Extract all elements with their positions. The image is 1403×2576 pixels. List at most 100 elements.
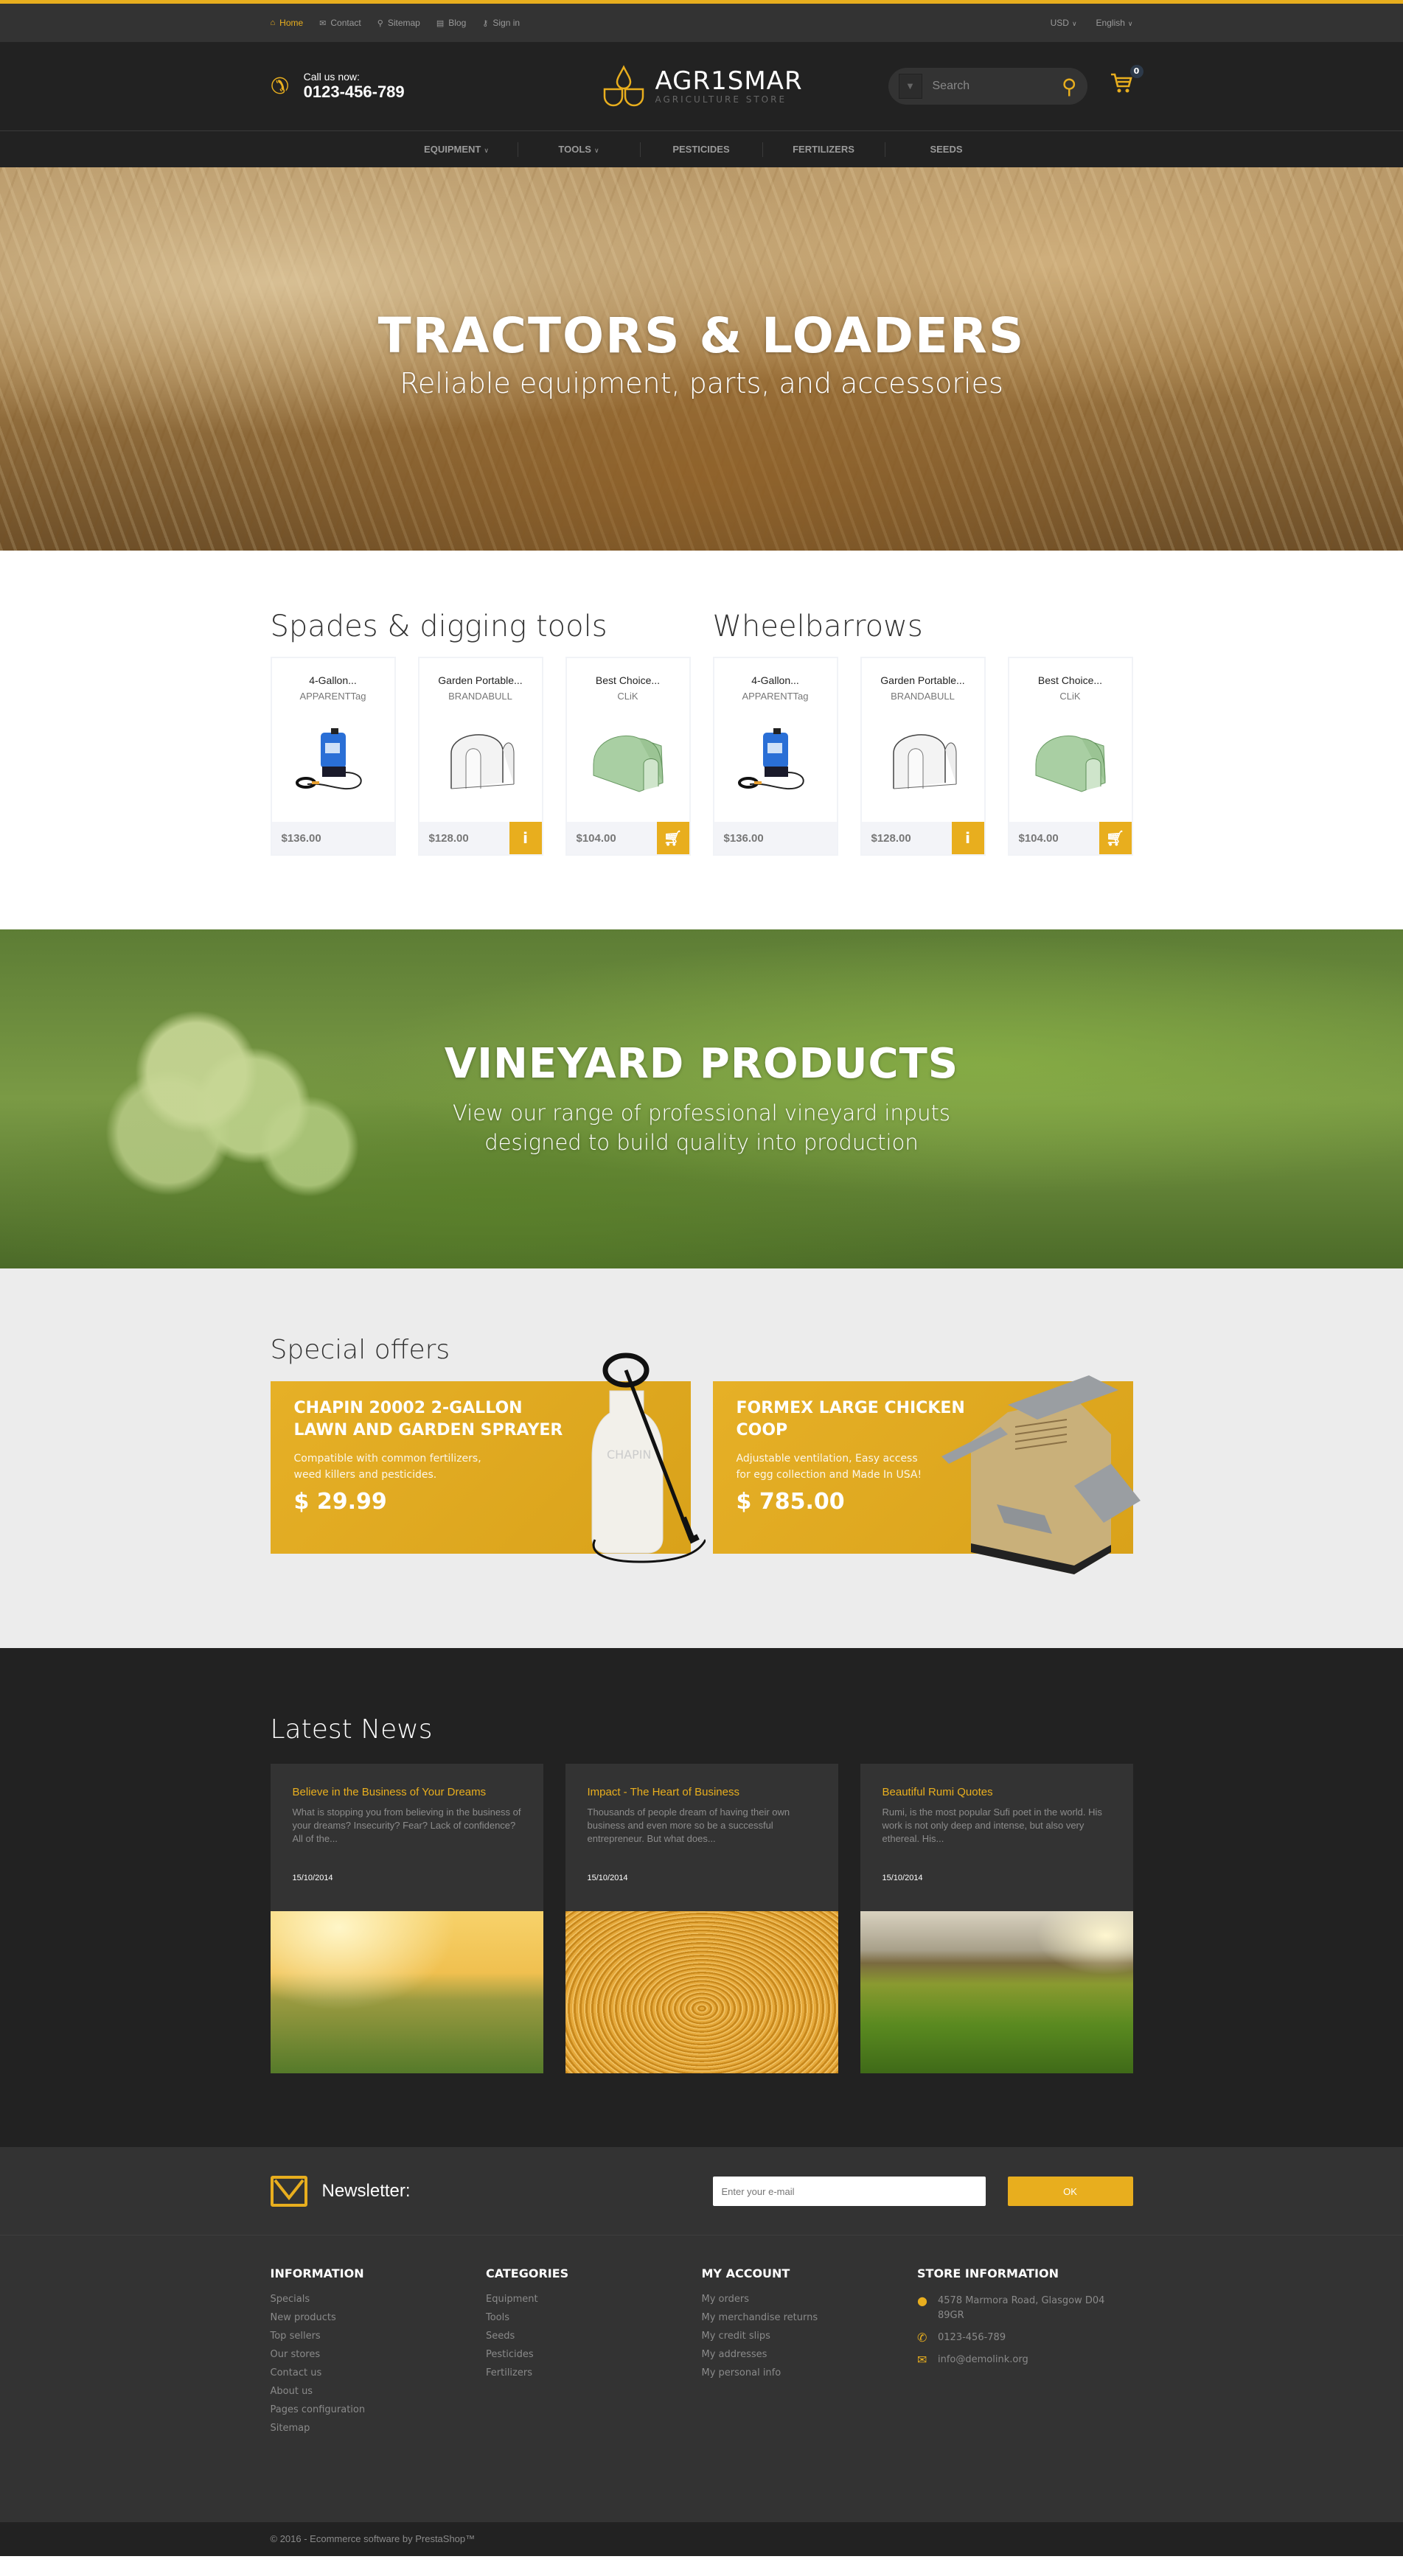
product-image-greenhouse-white[interactable] xyxy=(419,702,542,820)
language-selector[interactable]: English ∨ xyxy=(1096,18,1133,28)
chevron-down-icon: ∨ xyxy=(1071,20,1077,27)
search-box: ▼ ⚲ xyxy=(888,68,1087,105)
product-footer: $136.00 xyxy=(714,822,837,854)
info-button[interactable]: i xyxy=(509,822,542,854)
product-image-greenhouse-green[interactable] xyxy=(1009,702,1132,820)
vineyard-line-2: designed to build quality into productio… xyxy=(484,1130,919,1155)
newsletter-email-input[interactable] xyxy=(712,2177,986,2206)
hero-banner-wheat[interactable]: TRACTORS & LOADERS Reliable equipment, p… xyxy=(0,167,1403,551)
currency-selector[interactable]: USD ∨ xyxy=(1051,18,1077,28)
footer-link[interactable]: Our stores xyxy=(271,2349,487,2367)
product-price: $104.00 xyxy=(1018,831,1059,845)
footer-link[interactable]: Top sellers xyxy=(271,2331,487,2349)
nav-item-pesticides[interactable]: PESTICIDES xyxy=(641,142,763,157)
latest-news-title: Latest News xyxy=(270,1714,433,1745)
product-name[interactable]: Garden Portable... xyxy=(419,674,542,686)
product-card[interactable]: 4-Gallon... APPARENTTag $136.00 xyxy=(270,657,396,856)
footer-link[interactable]: Tools xyxy=(486,2312,702,2331)
news-title-link[interactable]: Believe in the Business of Your Dreams xyxy=(293,1786,521,1798)
news-card[interactable]: Impact - The Heart of Business Thousands… xyxy=(565,1764,838,2073)
footer-link[interactable]: Equipment xyxy=(486,2294,702,2312)
news-title-link[interactable]: Impact - The Heart of Business xyxy=(588,1786,816,1798)
footer-store-information: STORE INFORMATION ● 4578 Marmora Road, Gl… xyxy=(917,2266,1133,2441)
product-footer: $128.00 i xyxy=(861,822,984,854)
search-icon[interactable]: ⚲ xyxy=(1062,74,1077,99)
add-to-cart-button[interactable]: 🛒︎ xyxy=(656,822,689,854)
news-image-sunrise-field[interactable] xyxy=(270,1911,543,2073)
product-group-spades: Spades & digging tools 4-Gallon... APPAREN… xyxy=(270,610,691,856)
product-image-sprayer[interactable] xyxy=(714,702,837,820)
news-title-link[interactable]: Beautiful Rumi Quotes xyxy=(882,1786,1111,1798)
footer-link[interactable]: My merchandise returns xyxy=(702,2312,918,2331)
product-name[interactable]: Garden Portable... xyxy=(862,674,984,686)
footer-categories: CATEGORIES Equipment Tools Seeds Pesticides… xyxy=(486,2266,702,2441)
product-footer: $104.00 🛒︎ xyxy=(1009,822,1132,854)
store-email[interactable]: ✉ info@demolink.org xyxy=(917,2353,1116,2367)
product-group-title[interactable]: Wheelbarrows xyxy=(713,610,1133,643)
logo[interactable]: AGR1SMAR AGRICULTURE STORE xyxy=(602,64,882,108)
search-input[interactable] xyxy=(922,80,1040,93)
footer-link[interactable]: About us xyxy=(271,2386,487,2404)
product-price: $136.00 xyxy=(281,831,321,845)
nav-item-equipment[interactable]: EQUIPMENT ∨ xyxy=(396,142,518,157)
info-button[interactable]: i xyxy=(951,822,984,854)
product-card[interactable]: Best Choice... CLiK $104.00 🛒︎ xyxy=(1007,657,1133,856)
product-group-title[interactable]: Spades & digging tools xyxy=(271,610,691,643)
vineyard-banner[interactable]: VINEYARD PRODUCTS View our range of prof… xyxy=(0,929,1403,1268)
footer-link[interactable]: My personal info xyxy=(702,2367,918,2386)
top-link-sitemap[interactable]: ⚲ Sitemap xyxy=(377,18,420,28)
product-name[interactable]: 4-Gallon... xyxy=(714,674,837,686)
newsletter-submit-button[interactable]: OK xyxy=(1007,2177,1133,2206)
footer: INFORMATION Specials New products Top sell… xyxy=(0,2235,1403,2522)
product-brand: APPARENTTag xyxy=(299,691,366,702)
footer-link[interactable]: Sitemap xyxy=(271,2423,487,2441)
top-link-contact[interactable]: ✉ Contact xyxy=(319,18,361,28)
product-image-greenhouse-green[interactable] xyxy=(567,702,689,820)
news-card[interactable]: Believe in the Business of Your Dreams W… xyxy=(270,1764,543,2073)
footer-link[interactable]: Pages configuration xyxy=(271,2404,487,2423)
search-category-dropdown[interactable]: ▼ xyxy=(898,74,922,99)
footer-link[interactable]: My credit slips xyxy=(702,2331,918,2349)
nav-item-tools[interactable]: TOOLS ∨ xyxy=(518,142,641,157)
product-brand: BRANDABULL xyxy=(891,691,955,702)
nav-item-seeds[interactable]: SEEDS xyxy=(885,142,1008,157)
cart-icon: 🛒︎ xyxy=(1105,829,1125,847)
footer-link[interactable]: My orders xyxy=(702,2294,918,2312)
news-image-green-field[interactable] xyxy=(860,1911,1133,2073)
main-nav: EQUIPMENT ∨ TOOLS ∨ PESTICIDES FERTILIZERS… xyxy=(0,130,1403,167)
cart-button[interactable]: 0 xyxy=(1110,65,1143,100)
news-date: 15/10/2014 xyxy=(587,1874,628,1882)
product-card[interactable]: Best Choice... CLiK $104.00 🛒︎ xyxy=(565,657,691,856)
offer-card-chicken-coop[interactable]: FORMEX LARGE CHICKEN COOP Adjustable ven… xyxy=(712,1375,1141,1574)
product-name[interactable]: Best Choice... xyxy=(567,674,689,686)
news-card[interactable]: Beautiful Rumi Quotes Rumi, is the most … xyxy=(860,1764,1133,2073)
logo-tagline: AGRICULTURE STORE xyxy=(655,94,787,105)
nav-item-fertilizers[interactable]: FERTILIZERS xyxy=(763,142,885,157)
vineyard-title: VINEYARD PRODUCTS xyxy=(444,1040,959,1088)
footer-link[interactable]: Specials xyxy=(271,2294,487,2312)
top-link-sign-in[interactable]: ⚷ Sign in xyxy=(482,18,520,28)
product-image-sprayer[interactable] xyxy=(272,702,394,820)
product-card[interactable]: Garden Portable... BRANDABULL $128.00 i xyxy=(417,657,543,856)
product-name[interactable]: Best Choice... xyxy=(1009,674,1132,686)
footer-link[interactable]: Seeds xyxy=(486,2331,702,2349)
logo-drops-icon xyxy=(603,65,644,107)
product-card[interactable]: 4-Gallon... APPARENTTag $136.00 xyxy=(712,657,838,856)
news-image-hay-bale[interactable] xyxy=(565,1911,838,2073)
top-link-blog[interactable]: ▤ Blog xyxy=(436,18,466,28)
footer-link[interactable]: New products xyxy=(271,2312,487,2331)
product-name[interactable]: 4-Gallon... xyxy=(272,674,394,686)
footer-link[interactable]: Contact us xyxy=(271,2367,487,2386)
footer-link[interactable]: My addresses xyxy=(702,2349,918,2367)
product-image-greenhouse-white[interactable] xyxy=(862,702,984,820)
top-link-home[interactable]: ⌂ Home xyxy=(271,18,304,28)
footer-link[interactable]: Pesticides xyxy=(486,2349,702,2367)
offer-card-sprayer[interactable]: CHAPIN 20002 2-GALLON LAWN AND GARDEN SP… xyxy=(270,1352,706,1563)
call-label: Call us now: xyxy=(303,71,360,83)
footer-link[interactable]: Fertilizers xyxy=(486,2367,702,2386)
chevron-down-icon: ∨ xyxy=(484,147,489,154)
chevron-down-icon: ∨ xyxy=(593,147,599,154)
footer-heading: MY ACCOUNT xyxy=(701,2266,790,2280)
product-card[interactable]: Garden Portable... BRANDABULL $128.00 i xyxy=(860,657,986,856)
add-to-cart-button[interactable]: 🛒︎ xyxy=(1099,822,1132,854)
